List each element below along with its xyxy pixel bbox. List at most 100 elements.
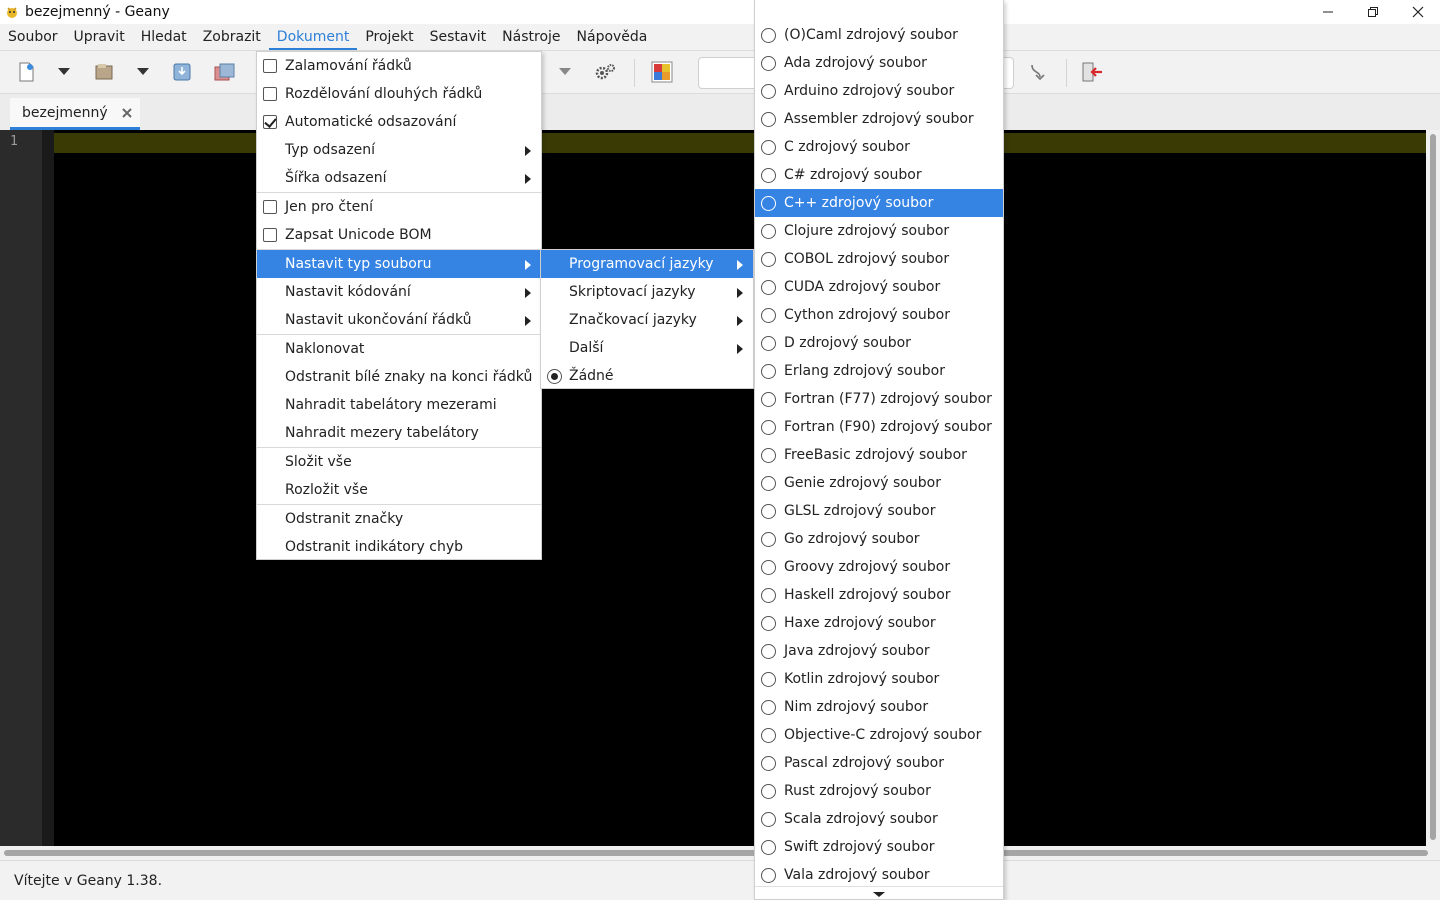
language-item-c-zdrojovy-soubor[interactable]: C++ zdrojový soubor [755,189,1003,217]
menu-item-nastavit-kodovani[interactable]: Nastavit kódování [257,278,541,306]
checkbox[interactable] [263,200,277,214]
language-item-erlang-zdrojovy-soubor[interactable]: Erlang zdrojový soubor [755,357,1003,385]
language-item-swift-zdrojovy-soubor[interactable]: Swift zdrojový soubor [755,833,1003,861]
language-item-pascal-zdrojovy-soubor[interactable]: Pascal zdrojový soubor [755,749,1003,777]
radio-button[interactable] [761,504,776,519]
minimize-button[interactable] [1305,0,1350,24]
menu-item-nahradit-mezery-tabelatory[interactable]: Nahradit mezery tabelátory [257,419,541,447]
horizontal-scrollbar[interactable] [0,846,1440,860]
language-item-clojure-zdrojovy-soubor[interactable]: Clojure zdrojový soubor [755,217,1003,245]
menu-item-nastavit-typ-souboru[interactable]: Nastavit typ souboru [257,250,541,278]
menu-item-odstranit-indikatory-chyb[interactable]: Odstranit indikátory chyb [257,533,541,561]
jump-to-line-icon[interactable] [1025,60,1049,84]
menu-item-zadne[interactable]: Žádné [541,362,753,390]
language-item-o-caml-zdrojovy-soubor[interactable]: (O)Caml zdrojový soubor [755,21,1003,49]
menu-item-slozit-vse[interactable]: Složit vše [257,448,541,476]
radio-button[interactable] [761,196,776,211]
radio-button[interactable] [761,616,776,631]
radio-button[interactable] [761,168,776,183]
menu-zobrazit[interactable]: Zobrazit [195,24,269,50]
radio-button[interactable] [761,56,776,71]
language-item-fortran-f90-zdrojovy-soubor[interactable]: Fortran (F90) zdrojový soubor [755,413,1003,441]
open-dropdown-icon[interactable] [131,60,155,84]
menu-item-nahradit-tabelatory-mezerami[interactable]: Nahradit tabelátory mezerami [257,391,541,419]
menu-item-zalamovani-radku[interactable]: Zalamování řádků [257,52,541,80]
radio-button[interactable] [547,369,562,384]
radio-button[interactable] [761,364,776,379]
menu-item-odstranit-znacky[interactable]: Odstranit značky [257,505,541,533]
menu-hledat[interactable]: Hledat [133,24,195,50]
menu-nastroje[interactable]: Nástroje [494,24,568,50]
language-item-haxe-zdrojovy-soubor[interactable]: Haxe zdrojový soubor [755,609,1003,637]
language-item-objective-c-zdrojovy-soubor[interactable]: Objective-C zdrojový soubor [755,721,1003,749]
radio-button[interactable] [761,140,776,155]
save-all-icon[interactable] [213,60,237,84]
language-item-glsl-zdrojovy-soubor[interactable]: GLSL zdrojový soubor [755,497,1003,525]
radio-button[interactable] [761,728,776,743]
language-item-groovy-zdrojovy-soubor[interactable]: Groovy zdrojový soubor [755,553,1003,581]
menu-item-rozdelovani-dlouhych-radku[interactable]: Rozdělování dlouhých řádků [257,80,541,108]
radio-button[interactable] [761,588,776,603]
radio-button[interactable] [761,112,776,127]
radio-button[interactable] [761,812,776,827]
preferences-gear-icon[interactable] [593,60,617,84]
language-item-java-zdrojovy-soubor[interactable]: Java zdrojový soubor [755,637,1003,665]
radio-button[interactable] [761,560,776,575]
menu-item-programovaci-jazyky[interactable]: Programovací jazyky [541,250,753,278]
language-item-c-zdrojovy-soubor[interactable]: C# zdrojový soubor [755,161,1003,189]
menu-item-naklonovat[interactable]: Naklonovat [257,335,541,363]
quit-icon[interactable] [1080,60,1104,84]
menu-item-skriptovaci-jazyky[interactable]: Skriptovací jazyky [541,278,753,306]
radio-button[interactable] [761,308,776,323]
checkbox[interactable] [263,228,277,242]
language-item-kotlin-zdrojovy-soubor[interactable]: Kotlin zdrojový soubor [755,665,1003,693]
save-icon[interactable] [170,60,194,84]
language-item-nim-zdrojovy-soubor[interactable]: Nim zdrojový soubor [755,693,1003,721]
close-tab-icon[interactable] [120,106,134,120]
close-window-button[interactable] [1395,0,1440,24]
menu-item-znackovaci-jazyky[interactable]: Značkovací jazyky [541,306,753,334]
open-file-icon[interactable] [92,60,116,84]
radio-button[interactable] [761,868,776,883]
radio-button[interactable] [761,476,776,491]
radio-button[interactable] [761,448,776,463]
language-item-haskell-zdrojovy-soubor[interactable]: Haskell zdrojový soubor [755,581,1003,609]
new-dropdown-icon[interactable] [52,60,76,84]
menu-soubor[interactable]: Soubor [0,24,66,50]
vertical-scrollbar[interactable] [1426,130,1440,846]
menu-item-nastavit-ukoncovani-radku[interactable]: Nastavit ukončování řádků [257,306,541,334]
menu-item-jen-pro-cteni[interactable]: Jen pro čtení [257,193,541,221]
scroll-down-arrow-icon[interactable] [873,892,885,897]
radio-button[interactable] [761,756,776,771]
radio-button[interactable] [761,532,776,547]
radio-button[interactable] [761,672,776,687]
menu-napoveda[interactable]: Nápověda [569,24,656,50]
menu-item-rozlozit-vse[interactable]: Rozložit vše [257,476,541,504]
menu-sestavit[interactable]: Sestavit [422,24,495,50]
language-item-fortran-f77-zdrojovy-soubor[interactable]: Fortran (F77) zdrojový soubor [755,385,1003,413]
language-item-ada-zdrojovy-soubor[interactable]: Ada zdrojový soubor [755,49,1003,77]
checkbox[interactable] [263,87,277,101]
menu-item-sirka-odsazeni[interactable]: Šířka odsazení [257,164,541,192]
language-item-vala-zdrojovy-soubor[interactable]: Vala zdrojový soubor [755,861,1003,889]
menu-projekt[interactable]: Projekt [357,24,421,50]
menu-upravit[interactable]: Upravit [66,24,133,50]
language-item-go-zdrojovy-soubor[interactable]: Go zdrojový soubor [755,525,1003,553]
checkbox[interactable] [263,59,277,73]
document-tab[interactable]: bezejmenný [10,98,140,130]
search-entry[interactable] [698,57,758,89]
language-item-freebasic-zdrojovy-soubor[interactable]: FreeBasic zdrojový soubor [755,441,1003,469]
menu-item-zapsat-unicode-bom[interactable]: Zapsat Unicode BOM [257,221,541,249]
toolbar-dropdown-icon[interactable] [553,60,577,84]
language-item-genie-zdrojovy-soubor[interactable]: Genie zdrojový soubor [755,469,1003,497]
language-item-cuda-zdrojovy-soubor[interactable]: CUDA zdrojový soubor [755,273,1003,301]
language-item-arduino-zdrojovy-soubor[interactable]: Arduino zdrojový soubor [755,77,1003,105]
language-item-assembler-zdrojovy-soubor[interactable]: Assembler zdrojový soubor [755,105,1003,133]
checkbox[interactable] [263,115,277,129]
language-item-rust-zdrojovy-soubor[interactable]: Rust zdrojový soubor [755,777,1003,805]
menu-item-typ-odsazeni[interactable]: Typ odsazení [257,136,541,164]
menu-item-automaticke-odsazovani[interactable]: Automatické odsazování [257,108,541,136]
language-item-c-zdrojovy-soubor[interactable]: C zdrojový soubor [755,133,1003,161]
radio-button[interactable] [761,280,776,295]
language-item-cobol-zdrojovy-soubor[interactable]: COBOL zdrojový soubor [755,245,1003,273]
